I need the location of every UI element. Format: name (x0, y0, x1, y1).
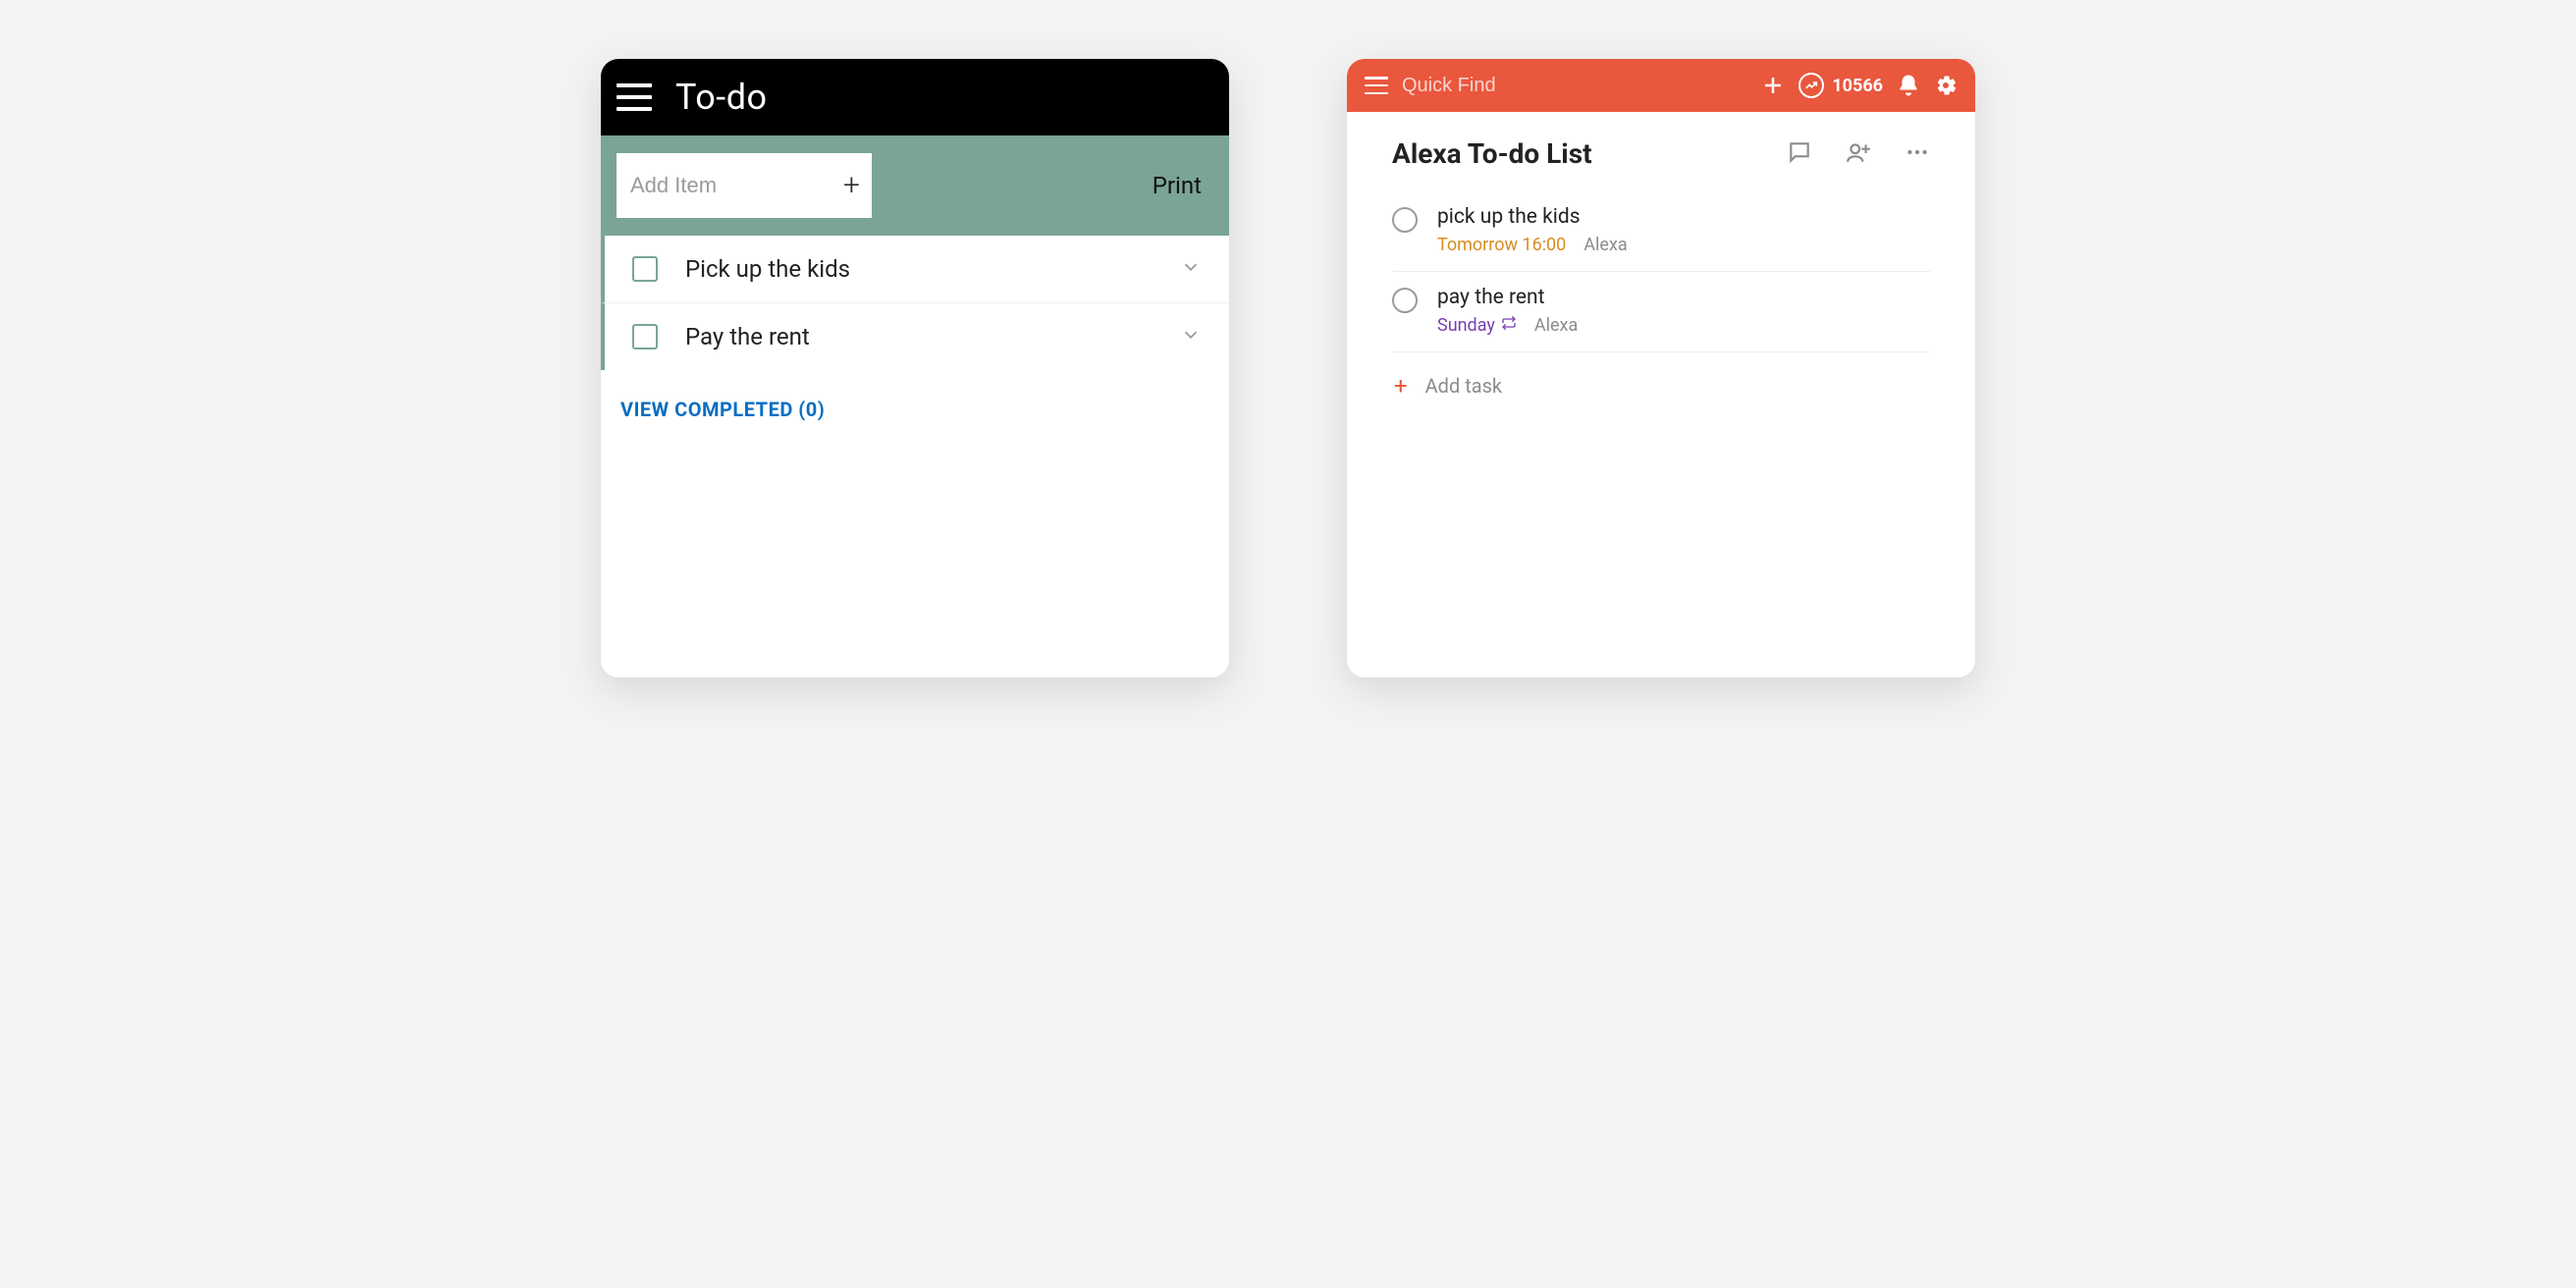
plus-icon: + (1394, 374, 1408, 398)
task-due: Tomorrow 16:00 (1437, 235, 1566, 255)
search-input[interactable] (1402, 75, 1747, 97)
menu-icon[interactable] (1365, 77, 1388, 94)
right-body: Alexa To-do List pick up the kids Tomorr… (1347, 112, 1975, 417)
karma-button[interactable]: 10566 (1798, 73, 1883, 98)
task-meta: Sunday Alexa (1437, 315, 1578, 336)
karma-icon (1798, 73, 1824, 98)
task-row[interactable]: pick up the kids Tomorrow 16:00 Alexa (1392, 191, 1930, 272)
task-main: pay the rent Sunday Alexa (1437, 286, 1578, 336)
page-title: To-do (675, 77, 768, 118)
gear-icon[interactable] (1934, 74, 1958, 97)
list-item-label: Pick up the kids (685, 255, 850, 283)
print-button[interactable]: Print (1153, 172, 1202, 199)
plus-icon[interactable] (1761, 74, 1785, 97)
title-row: Alexa To-do List (1392, 137, 1930, 170)
title-actions (1787, 139, 1930, 169)
task-label: pay the rent (1437, 286, 1578, 309)
add-item-input[interactable] (630, 173, 843, 198)
chevron-down-icon[interactable] (1180, 256, 1202, 282)
task-checkbox[interactable] (1392, 207, 1418, 233)
add-item-field-wrap: + (617, 153, 872, 218)
checkbox[interactable] (632, 256, 658, 282)
list-item-label: Pay the rent (685, 323, 810, 350)
task-due-text: Sunday (1437, 315, 1495, 336)
task-main: pick up the kids Tomorrow 16:00 Alexa (1437, 205, 1628, 255)
task-checkbox[interactable] (1392, 288, 1418, 313)
plus-icon[interactable]: + (843, 171, 860, 200)
more-icon[interactable] (1905, 139, 1930, 169)
list-item[interactable]: Pick up the kids (601, 236, 1229, 303)
task-row[interactable]: pay the rent Sunday Alexa (1392, 272, 1930, 352)
share-icon[interactable] (1846, 139, 1871, 169)
checkbox[interactable] (632, 324, 658, 349)
project-title: Alexa To-do List (1392, 137, 1592, 170)
bell-icon[interactable] (1897, 74, 1920, 97)
task-source: Alexa (1583, 235, 1627, 255)
left-header: To-do (601, 59, 1229, 135)
add-task-label: Add task (1425, 374, 1502, 398)
left-toolbar: + Print (601, 135, 1229, 236)
chevron-down-icon[interactable] (1180, 324, 1202, 349)
view-completed-button[interactable]: VIEW COMPLETED (0) (601, 370, 1229, 449)
comment-icon[interactable] (1787, 139, 1812, 169)
add-task-button[interactable]: + Add task (1392, 352, 1930, 398)
alexa-todo-card: To-do + Print Pick up the kids Pay the r… (601, 59, 1229, 677)
todoist-card: 10566 Alexa To-do List (1347, 59, 1975, 677)
task-source: Alexa (1534, 315, 1578, 336)
menu-icon[interactable] (617, 83, 652, 111)
list-item[interactable]: Pay the rent (601, 303, 1229, 370)
left-list: Pick up the kids Pay the rent (601, 236, 1229, 370)
task-due: Sunday (1437, 315, 1517, 336)
task-label: pick up the kids (1437, 205, 1628, 229)
repeat-icon (1501, 315, 1517, 336)
karma-points: 10566 (1832, 76, 1883, 96)
task-meta: Tomorrow 16:00 Alexa (1437, 235, 1628, 255)
right-header: 10566 (1347, 59, 1975, 112)
